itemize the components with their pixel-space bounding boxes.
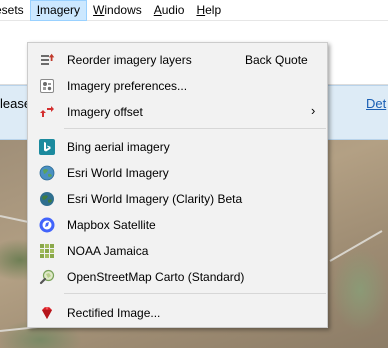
menu-windows-rest: indows bbox=[104, 2, 142, 17]
menu-item-label: OpenStreetMap Carto (Standard) bbox=[67, 270, 245, 284]
grid-tiles-icon bbox=[39, 243, 55, 259]
menu-item-mapbox-satellite[interactable]: Mapbox Satellite bbox=[29, 213, 326, 237]
menu-separator bbox=[64, 128, 326, 129]
menu-item-label: Mapbox Satellite bbox=[67, 218, 156, 232]
menu-item-shortcut: Back Quote bbox=[245, 53, 308, 67]
menu-presets-label: esets bbox=[0, 2, 24, 17]
menu-item-imagery-offset[interactable]: Imagery offset › bbox=[29, 100, 326, 124]
menu-item-label: Bing aerial imagery bbox=[67, 140, 170, 154]
menu-item-label: NOAA Jamaica bbox=[67, 244, 149, 258]
menu-help[interactable]: Help bbox=[190, 0, 227, 21]
menu-windows-mnemonic: W bbox=[93, 2, 105, 17]
menu-presets[interactable]: esets bbox=[0, 0, 30, 21]
layers-reorder-icon bbox=[39, 52, 55, 68]
menu-imagery-rest: magery bbox=[40, 2, 81, 17]
menu-imagery[interactable]: Imagery bbox=[29, 0, 88, 21]
imagery-dropdown-menu: Reorder imagery layers Back Quote Imager… bbox=[27, 42, 328, 328]
menu-item-label: Reorder imagery layers bbox=[67, 53, 192, 67]
menu-item-bing-aerial[interactable]: Bing aerial imagery bbox=[29, 135, 326, 159]
red-gem-icon bbox=[39, 305, 55, 321]
menu-audio-rest: udio bbox=[161, 2, 185, 17]
map-road bbox=[329, 230, 383, 262]
bing-logo-icon bbox=[39, 139, 55, 155]
globe-icon bbox=[39, 165, 55, 181]
menu-item-rectified-image[interactable]: Rectified Image... bbox=[29, 301, 326, 325]
menu-item-esri-world-imagery-clarity[interactable]: Esri World Imagery (Clarity) Beta bbox=[29, 187, 326, 211]
menu-item-label: Esri World Imagery (Clarity) Beta bbox=[67, 192, 243, 206]
menu-audio[interactable]: Audio bbox=[148, 0, 191, 21]
menu-help-rest: elp bbox=[205, 2, 222, 17]
menu-bar: esets Imagery Windows Audio Help bbox=[0, 0, 388, 21]
submenu-arrow-icon: › bbox=[311, 103, 316, 118]
menu-item-label: Rectified Image... bbox=[67, 306, 161, 320]
notice-details-link[interactable]: Det bbox=[366, 96, 386, 111]
globe-dark-icon bbox=[39, 191, 55, 207]
menu-help-mnemonic: H bbox=[196, 2, 206, 17]
menu-item-reorder-imagery-layers[interactable]: Reorder imagery layers Back Quote bbox=[29, 48, 326, 72]
menu-item-noaa-jamaica[interactable]: NOAA Jamaica bbox=[29, 239, 326, 263]
menu-item-esri-world-imagery[interactable]: Esri World Imagery bbox=[29, 161, 326, 185]
menu-separator bbox=[64, 293, 326, 294]
menu-audio-mnemonic: A bbox=[153, 2, 162, 17]
offset-arrows-icon bbox=[39, 104, 55, 120]
preferences-icon bbox=[39, 78, 55, 94]
menu-item-openstreetmap-carto[interactable]: OpenStreetMap Carto (Standard) bbox=[29, 265, 326, 289]
menu-item-imagery-preferences[interactable]: Imagery preferences... bbox=[29, 74, 326, 98]
menu-windows[interactable]: Windows bbox=[87, 0, 148, 21]
menu-item-label: Imagery preferences... bbox=[67, 79, 188, 93]
mapbox-logo-icon bbox=[39, 217, 55, 233]
osm-magnifier-icon bbox=[39, 269, 55, 285]
menu-item-label: Esri World Imagery bbox=[67, 166, 169, 180]
menu-item-label: Imagery offset bbox=[67, 105, 143, 119]
